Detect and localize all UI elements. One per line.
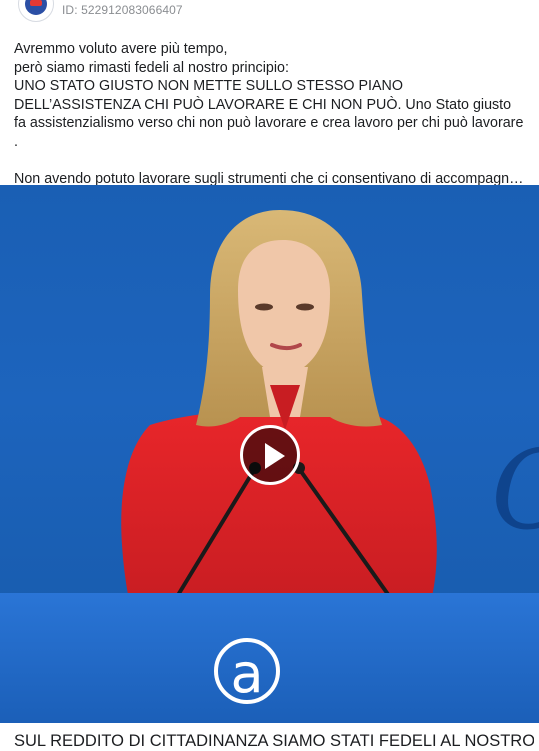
video-caption: SUL REDDITO DI CITTADINANZA SIAMO STATI … <box>14 732 534 750</box>
logo-icon <box>25 0 47 15</box>
post-header: ID: 522912083066407 <box>0 0 539 22</box>
post-id: ID: 522912083066407 <box>62 3 183 17</box>
page-avatar[interactable] <box>18 0 54 22</box>
post-text-paragraph: Avremmo voluto avere più tempo, però sia… <box>14 41 524 150</box>
podium-logo: a <box>214 638 280 705</box>
post-text: Avremmo voluto avere più tempo, però sia… <box>14 40 526 188</box>
play-icon[interactable] <box>240 425 300 485</box>
